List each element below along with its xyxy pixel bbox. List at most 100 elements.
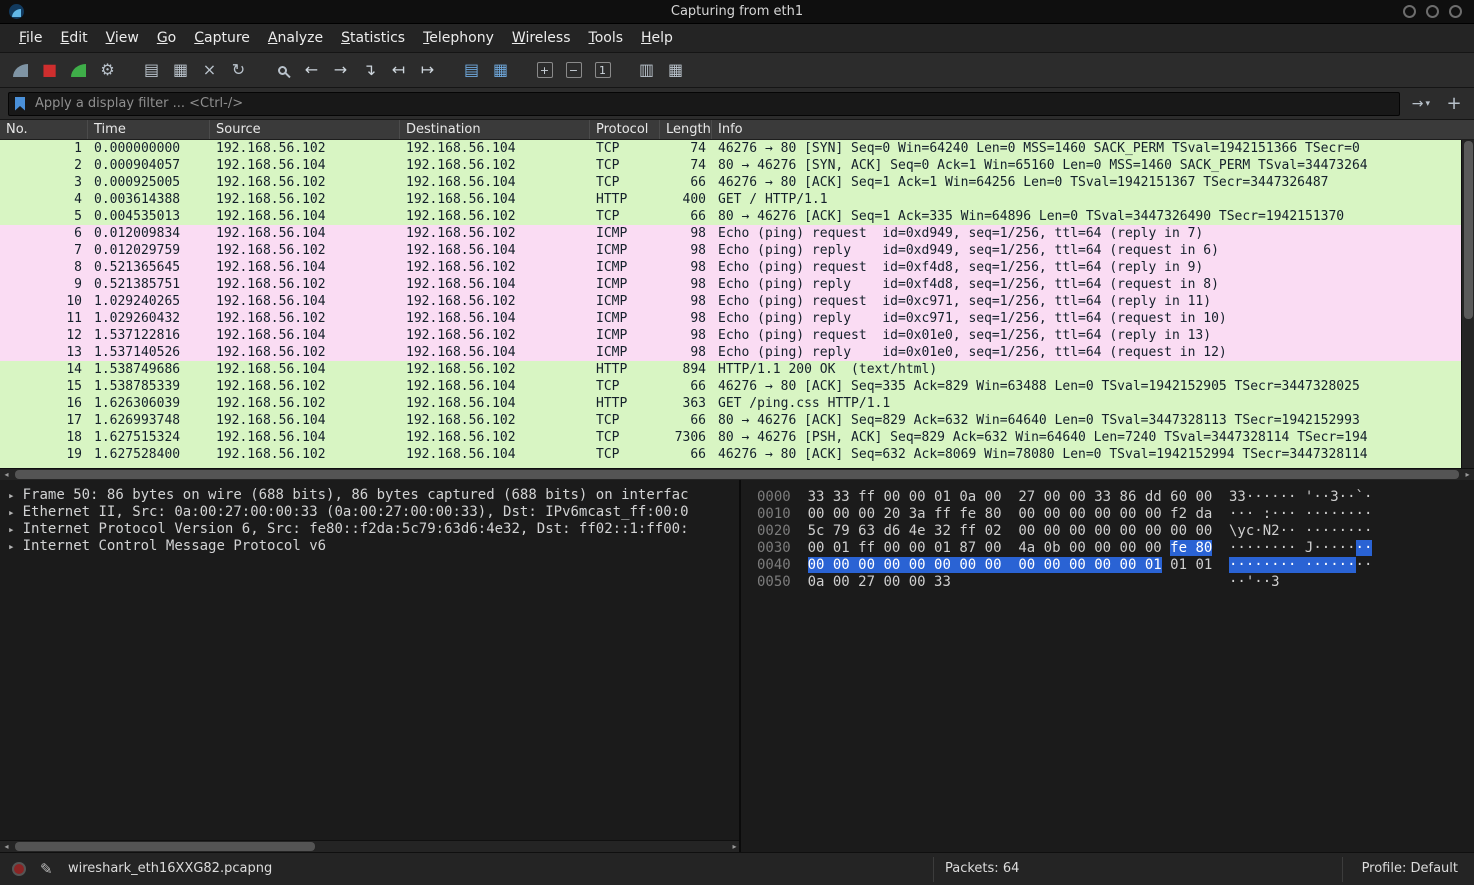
packet-row[interactable]: 111.029260432192.168.56.102192.168.56.10… [0, 310, 1461, 327]
scroll-right-icon[interactable]: ▸ [1461, 469, 1474, 481]
hex-row[interactable]: 001000 00 00 20 3a ff fe 80 00 00 00 00 … [757, 506, 1474, 523]
packet-row[interactable]: 80.521365645192.168.56.104192.168.56.102… [0, 259, 1461, 276]
packet-row[interactable]: 121.537122816192.168.56.104192.168.56.10… [0, 327, 1461, 344]
maximize-button[interactable] [1426, 5, 1439, 18]
menu-go[interactable]: Go [148, 27, 185, 49]
cell-no: 8 [0, 259, 88, 276]
packet-row[interactable]: 50.004535013192.168.56.104192.168.56.102… [0, 208, 1461, 225]
hex-row[interactable]: 000033 33 ff 00 00 01 0a 00 27 00 00 33 … [757, 489, 1474, 506]
colorize-packets-button[interactable]: ▦ [487, 57, 514, 84]
vscrollbar-thumb[interactable] [1464, 141, 1473, 319]
packet-row[interactable]: 151.538785339192.168.56.102192.168.56.10… [0, 378, 1461, 395]
packet-row[interactable]: 70.012029759192.168.56.102192.168.56.104… [0, 242, 1461, 259]
fit-columns-button[interactable]: ▦ [662, 57, 689, 84]
hex-row[interactable]: 004000 00 00 00 00 00 00 00 00 00 00 00 … [757, 557, 1474, 574]
menu-file[interactable]: File [10, 27, 51, 49]
packet-row[interactable]: 181.627515324192.168.56.104192.168.56.10… [0, 429, 1461, 446]
column-header-length[interactable]: Length [660, 120, 712, 139]
expander-icon[interactable]: ▸ [8, 523, 15, 536]
close-file-button[interactable]: × [196, 57, 223, 84]
scroll-left-icon[interactable]: ◂ [0, 469, 13, 481]
hex-row[interactable]: 003000 01 ff 00 00 01 87 00 4a 0b 00 00 … [757, 540, 1474, 557]
packet-row[interactable]: 40.003614388192.168.56.102192.168.56.104… [0, 191, 1461, 208]
zoom-out-button[interactable]: − [560, 57, 587, 84]
start-capture-button[interactable] [7, 57, 34, 84]
detail-line[interactable]: ▸Internet Control Message Protocol v6 [8, 538, 739, 555]
profile-selector[interactable]: Profile: Default [1362, 861, 1458, 876]
save-file-button[interactable]: ▦ [167, 57, 194, 84]
cell-dst: 192.168.56.102 [400, 327, 590, 344]
filter-add-button[interactable]: + [1442, 92, 1466, 116]
cell-dst: 192.168.56.102 [400, 208, 590, 225]
packet-row[interactable]: 171.626993748192.168.56.104192.168.56.10… [0, 412, 1461, 429]
packet-row[interactable]: 10.000000000192.168.56.102192.168.56.104… [0, 140, 1461, 157]
packet-row[interactable]: 60.012009834192.168.56.104192.168.56.102… [0, 225, 1461, 242]
packet-list-vscrollbar[interactable] [1461, 140, 1474, 468]
hex-row[interactable]: 00205c 79 63 d6 4e 32 ff 02 00 00 00 00 … [757, 523, 1474, 540]
column-header-source[interactable]: Source [210, 120, 400, 139]
zoom-in-button[interactable]: + [531, 57, 558, 84]
column-header-info[interactable]: Info [712, 120, 1474, 139]
packet-row[interactable]: 20.000904057192.168.56.104192.168.56.102… [0, 157, 1461, 174]
menu-edit[interactable]: Edit [51, 27, 96, 49]
column-header-time[interactable]: Time [88, 120, 210, 139]
minimize-button[interactable] [1403, 5, 1416, 18]
auto-scroll-button[interactable]: ▤ [458, 57, 485, 84]
cell-proto: TCP [590, 446, 660, 463]
cell-len: 98 [660, 310, 712, 327]
packet-row[interactable]: 191.627528400192.168.56.102192.168.56.10… [0, 446, 1461, 463]
expander-icon[interactable]: ▸ [8, 540, 15, 553]
column-header-no[interactable]: No. [0, 120, 88, 139]
menu-statistics[interactable]: Statistics [332, 27, 414, 49]
menu-tools[interactable]: Tools [580, 27, 633, 49]
filter-apply-button[interactable]: → ▾ [1408, 92, 1434, 116]
first-packet-button[interactable]: ↤ [385, 57, 412, 84]
expander-icon[interactable]: ▸ [8, 506, 15, 519]
packet-list-hscrollbar[interactable]: ◂ ▸ [0, 468, 1474, 480]
packet-row[interactable]: 131.537140526192.168.56.102192.168.56.10… [0, 344, 1461, 361]
resize-columns-button[interactable]: ▥ [633, 57, 660, 84]
go-forward-button[interactable]: → [327, 57, 354, 84]
detail-scroll-right-icon[interactable]: ▸ [728, 841, 741, 853]
menu-view[interactable]: View [97, 27, 148, 49]
display-filter-input[interactable] [8, 92, 1400, 116]
packet-row[interactable]: 141.538749686192.168.56.104192.168.56.10… [0, 361, 1461, 378]
hscrollbar-thumb[interactable] [15, 470, 1459, 479]
detail-hscrollbar-track[interactable] [13, 841, 728, 852]
detail-line[interactable]: ▸Ethernet II, Src: 0a:00:27:00:00:33 (0a… [8, 504, 739, 521]
capture-comment-icon[interactable]: ✎ [40, 860, 53, 878]
restart-capture-button[interactable] [65, 57, 92, 84]
close-button[interactable] [1449, 5, 1462, 18]
menu-analyze[interactable]: Analyze [259, 27, 332, 49]
hscrollbar-track[interactable] [13, 469, 1461, 480]
packet-row[interactable]: 30.000925005192.168.56.102192.168.56.104… [0, 174, 1461, 191]
hex-row[interactable]: 00500a 00 27 00 00 33··'··3 [757, 574, 1474, 591]
packet-row[interactable]: 161.626306039192.168.56.102192.168.56.10… [0, 395, 1461, 412]
open-file-button[interactable]: ▤ [138, 57, 165, 84]
find-packet-button[interactable] [269, 57, 296, 84]
menu-telephony[interactable]: Telephony [414, 27, 503, 49]
capture-options-button[interactable]: ⚙ [94, 57, 121, 84]
zoom-100-button[interactable]: 1 [589, 57, 616, 84]
cell-no: 3 [0, 174, 88, 191]
go-back-button[interactable]: ← [298, 57, 325, 84]
detail-line[interactable]: ▸Internet Protocol Version 6, Src: fe80:… [8, 521, 739, 538]
detail-scroll-left-icon[interactable]: ◂ [0, 841, 13, 853]
menu-capture[interactable]: Capture [185, 27, 259, 49]
detail-hscrollbar[interactable]: ◂ ▸ [0, 840, 741, 852]
menu-help[interactable]: Help [632, 27, 682, 49]
cell-time: 0.000000000 [88, 140, 210, 157]
expander-icon[interactable]: ▸ [8, 489, 15, 502]
packet-row[interactable]: 90.521385751192.168.56.102192.168.56.104… [0, 276, 1461, 293]
column-header-destination[interactable]: Destination [400, 120, 590, 139]
menu-wireless[interactable]: Wireless [503, 27, 580, 49]
stop-capture-button[interactable]: ■ [36, 57, 63, 84]
reload-file-button[interactable]: ↻ [225, 57, 252, 84]
detail-line[interactable]: ▸Frame 50: 86 bytes on wire (688 bits), … [8, 487, 739, 504]
packet-row[interactable]: 101.029240265192.168.56.104192.168.56.10… [0, 293, 1461, 310]
last-packet-button[interactable]: ↦ [414, 57, 441, 84]
expert-info-icon[interactable] [12, 862, 26, 876]
go-to-packet-button[interactable]: ↴ [356, 57, 383, 84]
detail-hscrollbar-thumb[interactable] [15, 842, 315, 851]
column-header-protocol[interactable]: Protocol [590, 120, 660, 139]
